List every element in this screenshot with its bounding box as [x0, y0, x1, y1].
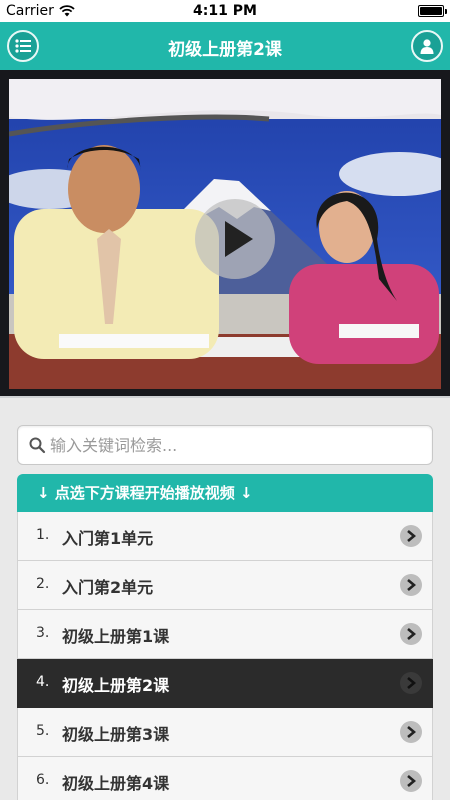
- page-title: 初级上册第2课: [168, 40, 282, 60]
- status-bar: Carrier 4:11 PM: [0, 0, 450, 22]
- search-icon: [29, 437, 46, 454]
- lesson-list: 1. 入门第1单元 2. 入门第2单元 3. 初级上册第1课 4. 初级上册第2…: [17, 512, 433, 800]
- play-icon: [225, 221, 253, 257]
- search-box: [17, 425, 433, 465]
- item-title: 入门第1单元: [62, 529, 154, 548]
- play-button[interactable]: [195, 199, 275, 279]
- item-number: 4.: [36, 674, 50, 690]
- item-title: 入门第2单元: [62, 578, 154, 597]
- chevron-right-icon: [400, 770, 422, 792]
- list-item[interactable]: 3. 初级上册第1课: [17, 610, 433, 659]
- list-item[interactable]: 6. 初级上册第4课: [17, 757, 433, 800]
- video-player[interactable]: [0, 70, 450, 398]
- item-number: 2.: [36, 576, 50, 592]
- item-title: 初级上册第2课: [62, 676, 170, 695]
- item-number: 1.: [36, 527, 50, 543]
- nav-bar: 初级上册第2课: [0, 22, 450, 70]
- item-number: 6.: [36, 772, 50, 788]
- chevron-right-icon: [400, 525, 422, 547]
- status-time: 4:11 PM: [193, 3, 257, 19]
- chevron-right-icon: [400, 574, 422, 596]
- item-title: 初级上册第1课: [62, 627, 170, 646]
- item-number: 3.: [36, 625, 50, 641]
- video-frame-image: [9, 79, 441, 389]
- battery-icon: [418, 5, 447, 17]
- item-number: 5.: [36, 723, 50, 739]
- user-icon: [420, 39, 434, 54]
- list-item[interactable]: 1. 入门第1单元: [17, 512, 433, 561]
- search-input[interactable]: [50, 426, 428, 464]
- chevron-right-icon: [400, 623, 422, 645]
- chevron-right-icon: [400, 721, 422, 743]
- item-title: 初级上册第3课: [62, 725, 170, 744]
- user-button[interactable]: [411, 30, 443, 62]
- list-item-active[interactable]: 4. 初级上册第2课: [17, 659, 433, 708]
- list-item[interactable]: 2. 入门第2单元: [17, 561, 433, 610]
- list-header: ↓ 点选下方课程开始播放视频 ↓: [17, 474, 433, 512]
- list-item[interactable]: 5. 初级上册第3课: [17, 708, 433, 757]
- item-title: 初级上册第4课: [62, 774, 170, 793]
- chevron-right-icon: [400, 672, 422, 694]
